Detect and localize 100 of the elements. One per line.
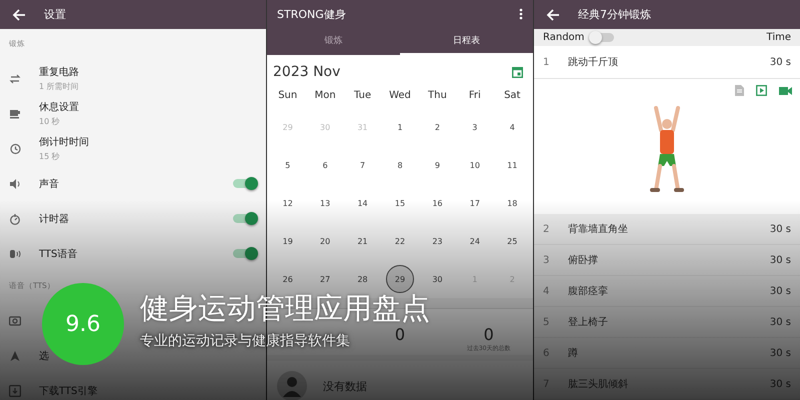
calendar-day[interactable]: 2 bbox=[423, 113, 452, 141]
exercise-name: 蹲 bbox=[568, 346, 579, 360]
weekday-label: Sun bbox=[277, 89, 298, 103]
voice-icon bbox=[9, 248, 21, 260]
setting-label: 声音 bbox=[39, 178, 60, 190]
calendar-day[interactable]: 10 bbox=[460, 151, 489, 179]
setting-label: 下载TTS引擎 bbox=[39, 384, 98, 398]
calendar-day[interactable]: 6 bbox=[311, 151, 340, 179]
exercise-time: 30 s bbox=[770, 254, 791, 266]
exercise-number: 1 bbox=[543, 56, 550, 68]
calendar-day[interactable]: 28 bbox=[348, 265, 377, 293]
weekday-label: Thu bbox=[427, 89, 448, 103]
exercise-number: 2 bbox=[543, 224, 550, 234]
calendar-day[interactable]: 1 bbox=[386, 113, 414, 141]
screen-title: 经典7分钟锻炼 bbox=[578, 7, 651, 22]
exercise-name: 跳动千斤顶 bbox=[568, 56, 619, 69]
time-header: Time bbox=[766, 32, 791, 43]
calendar-day[interactable]: 14 bbox=[348, 189, 377, 217]
exercise-time: 30 s bbox=[770, 348, 791, 358]
calendar-day[interactable]: 24 bbox=[460, 227, 489, 255]
calendar-day[interactable]: 8 bbox=[386, 151, 414, 179]
more-menu-icon[interactable] bbox=[519, 8, 523, 20]
empty-message: 没有数据 bbox=[323, 378, 367, 394]
calendar-day[interactable]: 17 bbox=[460, 189, 489, 217]
video-camera-icon[interactable] bbox=[779, 86, 792, 96]
exercise-name: 背靠墙直角坐 bbox=[568, 222, 629, 236]
setting-label: 计时器 bbox=[39, 212, 70, 226]
setting-value: 15 秒 bbox=[39, 151, 61, 162]
back-arrow-icon[interactable] bbox=[546, 8, 560, 22]
calendar-day[interactable]: 5 bbox=[274, 151, 302, 179]
repeat-icon bbox=[9, 72, 21, 84]
weekday-label: Tue bbox=[353, 89, 372, 103]
stat-value: 0 bbox=[394, 325, 406, 344]
setting-label: 倒计时时间 bbox=[39, 136, 90, 149]
calendar-day[interactable]: 21 bbox=[348, 227, 377, 255]
back-arrow-icon[interactable] bbox=[12, 8, 26, 22]
exercise-time: 30 s bbox=[770, 316, 791, 328]
calendar-day[interactable]: 11 bbox=[498, 151, 526, 179]
calendar-day[interactable]: 27 bbox=[311, 265, 340, 293]
calendar-day[interactable]: 13 bbox=[311, 189, 340, 217]
calendar-day[interactable]: 3 bbox=[460, 113, 489, 141]
exercise-time: 30 s bbox=[770, 224, 791, 234]
calendar-day[interactable]: 4 bbox=[498, 113, 526, 141]
calendar-day[interactable]: 15 bbox=[386, 189, 414, 217]
random-toggle[interactable] bbox=[590, 33, 614, 42]
exercise-time: 30 s bbox=[770, 286, 791, 296]
toggle-switch[interactable] bbox=[233, 214, 257, 223]
radio-icon bbox=[9, 314, 21, 326]
exercise-name: 登上椅子 bbox=[568, 316, 609, 329]
setting-value: 10 秒 bbox=[39, 116, 61, 127]
exercise-time: 30 s bbox=[770, 378, 791, 390]
app-title: STRONG健身 bbox=[277, 6, 346, 22]
calendar-day[interactable]: 29 bbox=[386, 265, 414, 293]
exercise-time: 30 s bbox=[770, 56, 791, 68]
setting-value: 1 所需时间 bbox=[39, 81, 80, 92]
exercise-number: 3 bbox=[543, 254, 550, 266]
calendar-day[interactable]: 7 bbox=[348, 151, 377, 179]
calendar-day[interactable]: 16 bbox=[423, 189, 452, 217]
calendar-day[interactable]: 25 bbox=[498, 227, 526, 255]
tab[interactable]: 锻炼 bbox=[267, 28, 400, 55]
calendar-day[interactable]: 19 bbox=[274, 227, 302, 255]
navigate-icon bbox=[9, 350, 21, 362]
cup-icon bbox=[9, 108, 21, 120]
calendar-day[interactable]: 26 bbox=[274, 265, 302, 293]
weekday-label: Fri bbox=[468, 89, 482, 103]
weekday-label: Sat bbox=[503, 89, 522, 103]
calendar-day[interactable]: 22 bbox=[386, 227, 414, 255]
exercise-number: 4 bbox=[543, 286, 550, 296]
random-label: Random bbox=[543, 32, 584, 43]
setting-label: TTS语音 bbox=[39, 248, 78, 260]
toggle-switch[interactable] bbox=[233, 179, 257, 188]
exercise-name: 俯卧撑 bbox=[568, 254, 599, 267]
weekday-label: Mon bbox=[314, 89, 337, 103]
setting-label: 重复电路 bbox=[39, 66, 80, 79]
setting-label: 选 bbox=[39, 350, 50, 362]
calendar-day[interactable]: 23 bbox=[423, 227, 452, 255]
download-icon bbox=[9, 384, 21, 396]
calendar-day[interactable]: 12 bbox=[274, 189, 302, 217]
play-icon[interactable] bbox=[756, 85, 767, 96]
calendar-day[interactable]: 9 bbox=[423, 151, 452, 179]
toggle-switch[interactable] bbox=[233, 249, 257, 258]
calendar-icon[interactable] bbox=[512, 66, 523, 78]
month-title: 2023 Nov bbox=[273, 64, 340, 80]
stat-value: 0 bbox=[484, 325, 494, 344]
exercise-row[interactable]: 1 跳动千斤顶 30 s bbox=[534, 46, 800, 79]
screen-title: 设置 bbox=[44, 7, 66, 22]
history-icon bbox=[9, 142, 21, 154]
exercise-number: 5 bbox=[543, 316, 550, 328]
exercise-name: 肱三头肌倾斜 bbox=[568, 378, 629, 391]
speaker-icon bbox=[9, 178, 21, 190]
document-icon[interactable] bbox=[735, 85, 744, 96]
timer-icon bbox=[9, 212, 21, 224]
weekday-label: Wed bbox=[388, 89, 412, 103]
avatar-icon bbox=[277, 371, 307, 400]
calendar-day[interactable]: 18 bbox=[498, 189, 526, 217]
calendar-day[interactable]: 20 bbox=[311, 227, 340, 255]
calendar-day[interactable]: 30 bbox=[423, 265, 452, 293]
setting-label: 休息设置 bbox=[39, 100, 80, 114]
exercise-row[interactable]: 2 背靠墙直角坐 30 s bbox=[534, 214, 800, 245]
exercise-name: 腹部痉挛 bbox=[568, 284, 609, 298]
